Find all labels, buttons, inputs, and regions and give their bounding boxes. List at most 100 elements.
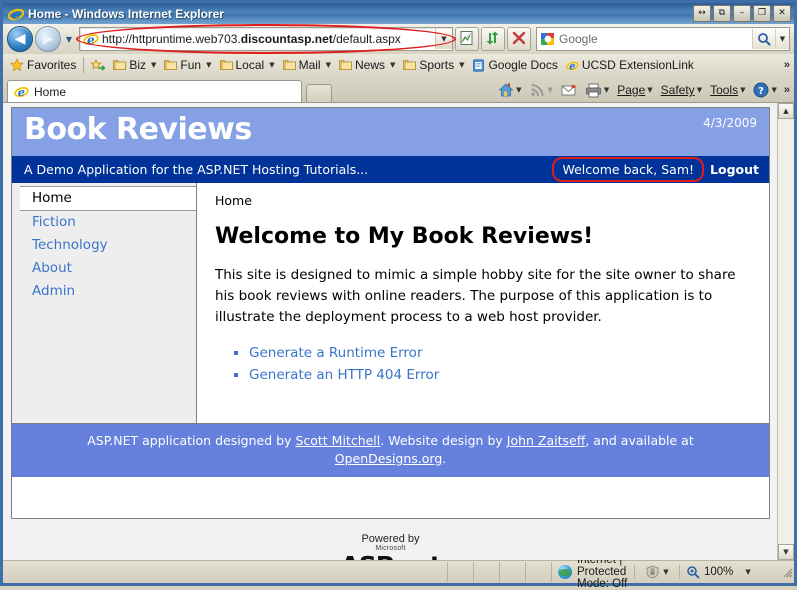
favorite-item-biz[interactable]: Biz▼ xyxy=(109,56,160,74)
address-dropdown-button[interactable]: ▼ xyxy=(435,29,452,49)
page-heading: Welcome to My Book Reviews! xyxy=(215,224,755,249)
command-bar-overflow-icon[interactable]: » xyxy=(784,84,790,96)
footer-link-opendesigns[interactable]: OpenDesigns.org xyxy=(335,451,443,466)
url-prefix: http://httpruntime.web703. xyxy=(102,32,241,46)
site-content: Home Welcome to My Book Reviews! This si… xyxy=(197,183,769,423)
close-button[interactable]: ✕ xyxy=(773,5,791,22)
favorite-item-fun[interactable]: Fun▼ xyxy=(160,56,215,74)
feeds-dropdown-icon[interactable]: ▼ xyxy=(547,86,552,94)
tab-home[interactable]: e Home xyxy=(7,80,302,102)
tab-bar: e Home ▼ ▼ xyxy=(3,76,794,102)
tools-dropdown-icon[interactable]: ▼ xyxy=(740,86,745,94)
search-provider-dropdown[interactable]: ▼ xyxy=(775,29,789,49)
logout-link[interactable]: Logout xyxy=(710,162,759,177)
stop-icon xyxy=(511,30,527,49)
rss-feed-icon xyxy=(529,82,545,98)
favicon-icon: e xyxy=(83,31,99,47)
search-box[interactable]: Google ▼ xyxy=(536,27,790,51)
favorites-button[interactable]: Favorites xyxy=(6,56,80,74)
vertical-scrollbar[interactable]: ▲ ▼ xyxy=(777,103,794,560)
search-input[interactable]: Google xyxy=(559,32,752,46)
address-url-text: http://httpruntime.web703.discountasp.ne… xyxy=(102,31,435,47)
print-button[interactable]: ▼ xyxy=(582,80,612,100)
sidebar-item-about[interactable]: About xyxy=(12,257,196,280)
feeds-button[interactable]: ▼ xyxy=(526,80,555,100)
favorite-item-news[interactable]: News ▼ xyxy=(335,56,399,74)
link-generate-an-http-404-error[interactable]: Generate an HTTP 404 Error xyxy=(249,367,439,383)
folder-icon xyxy=(164,59,177,71)
compatibility-view-button[interactable] xyxy=(455,27,479,51)
site-header: Book Reviews 4/3/2009 xyxy=(12,108,769,156)
search-icon xyxy=(757,32,771,46)
restore-size-button[interactable]: ↔ xyxy=(693,5,711,22)
help-dropdown-icon[interactable]: ▼ xyxy=(771,86,776,94)
resize-grip[interactable] xyxy=(778,565,794,579)
sidebar-item-technology[interactable]: Technology xyxy=(12,234,196,257)
sidebar-item-fiction[interactable]: Fiction xyxy=(12,211,196,234)
chevron-down-icon[interactable]: ▼ xyxy=(206,61,211,69)
svg-text:e: e xyxy=(12,8,20,22)
search-submit-button[interactable] xyxy=(752,29,775,49)
document-icon xyxy=(472,59,485,72)
add-to-favorites-bar-button[interactable] xyxy=(87,56,109,74)
chevron-down-icon[interactable]: ▼ xyxy=(326,61,331,69)
error-links-list: Generate a Runtime Error Generate an HTTP… xyxy=(215,342,755,386)
safety-dropdown-icon[interactable]: ▼ xyxy=(697,86,702,94)
sidebar-item-home[interactable]: Home xyxy=(20,186,196,211)
list-item: Generate an HTTP 404 Error xyxy=(249,364,755,386)
stop-button[interactable] xyxy=(507,27,531,51)
status-slot-4 xyxy=(500,562,526,582)
scroll-up-button[interactable]: ▲ xyxy=(778,103,794,119)
maximize-button[interactable]: ❐ xyxy=(753,5,771,22)
tools-menu[interactable]: Tools ▼ xyxy=(707,80,748,100)
chevron-down-icon[interactable]: ▼ xyxy=(151,61,156,69)
print-dropdown-icon[interactable]: ▼ xyxy=(604,86,609,94)
compatibility-view-icon xyxy=(459,30,475,49)
google-icon xyxy=(540,31,556,47)
zoom-dropdown-icon[interactable]: ▼ xyxy=(745,568,750,576)
minimize-button[interactable]: – xyxy=(733,5,751,22)
site-date: 4/3/2009 xyxy=(703,116,757,130)
favorite-item-label: News xyxy=(355,58,385,72)
safety-menu[interactable]: Safety ▼ xyxy=(658,80,705,100)
favorite-item-ucsd-extensionlink[interactable]: eUCSD ExtensionLink xyxy=(562,56,698,74)
favorites-overflow-icon[interactable]: » xyxy=(784,59,790,71)
sidebar-item-label: Admin xyxy=(32,283,75,299)
star-icon xyxy=(10,58,24,72)
recent-pages-dropdown-icon[interactable]: ▼ xyxy=(63,35,75,44)
zoom-control[interactable]: 100% ▼ xyxy=(679,565,778,579)
site-container: Book Reviews 4/3/2009 A Demo Application… xyxy=(11,107,770,519)
footer-text-2: . Website design by xyxy=(380,433,507,448)
protected-mode-dropdown-icon[interactable]: ▼ xyxy=(663,568,668,576)
favorite-item-mail[interactable]: Mail▼ xyxy=(279,56,335,74)
ie-browser-window: e Home - Windows Internet Explorer ↔ ⧉ –… xyxy=(0,0,797,586)
new-tab-button[interactable] xyxy=(306,84,332,102)
footer-text-3: , and available at xyxy=(585,433,693,448)
chevron-down-icon[interactable]: ▼ xyxy=(459,61,464,69)
footer-link-scott-mitchell[interactable]: Scott Mitchell xyxy=(295,433,380,448)
chevron-down-icon[interactable]: ▼ xyxy=(269,61,274,69)
restore-group-button[interactable]: ⧉ xyxy=(713,5,731,22)
favorite-item-google-docs[interactable]: Google Docs xyxy=(468,56,561,74)
ie-page-icon: e xyxy=(566,59,579,72)
status-slot-5 xyxy=(526,562,552,582)
page-menu[interactable]: Page ▼ xyxy=(614,80,655,100)
chevron-down-icon[interactable]: ▼ xyxy=(390,61,395,69)
favorite-item-sports[interactable]: Sports▼ xyxy=(399,56,468,74)
forward-button[interactable]: ▶ xyxy=(35,26,61,52)
refresh-button[interactable] xyxy=(481,27,505,51)
help-button[interactable]: ? ▼ xyxy=(750,80,779,100)
mail-button[interactable] xyxy=(558,80,580,100)
sidebar-item-admin[interactable]: Admin xyxy=(12,280,196,303)
window-controls: ↔ ⧉ – ❐ ✕ xyxy=(693,5,791,22)
footer-link-john-zaitseff[interactable]: John Zaitseff xyxy=(507,433,586,448)
home-button[interactable]: ▼ xyxy=(495,80,524,100)
protected-mode-indicator[interactable]: ▼ xyxy=(634,565,679,579)
favorite-item-local[interactable]: Local▼ xyxy=(216,56,279,74)
back-button[interactable]: ◀ xyxy=(7,26,33,52)
page-dropdown-icon[interactable]: ▼ xyxy=(647,86,652,94)
link-generate-a-runtime-error[interactable]: Generate a Runtime Error xyxy=(249,345,423,361)
scroll-down-button[interactable]: ▼ xyxy=(778,544,794,560)
home-dropdown-icon[interactable]: ▼ xyxy=(516,86,521,94)
address-input[interactable]: e http://httpruntime.web703.discountasp.… xyxy=(79,27,453,51)
